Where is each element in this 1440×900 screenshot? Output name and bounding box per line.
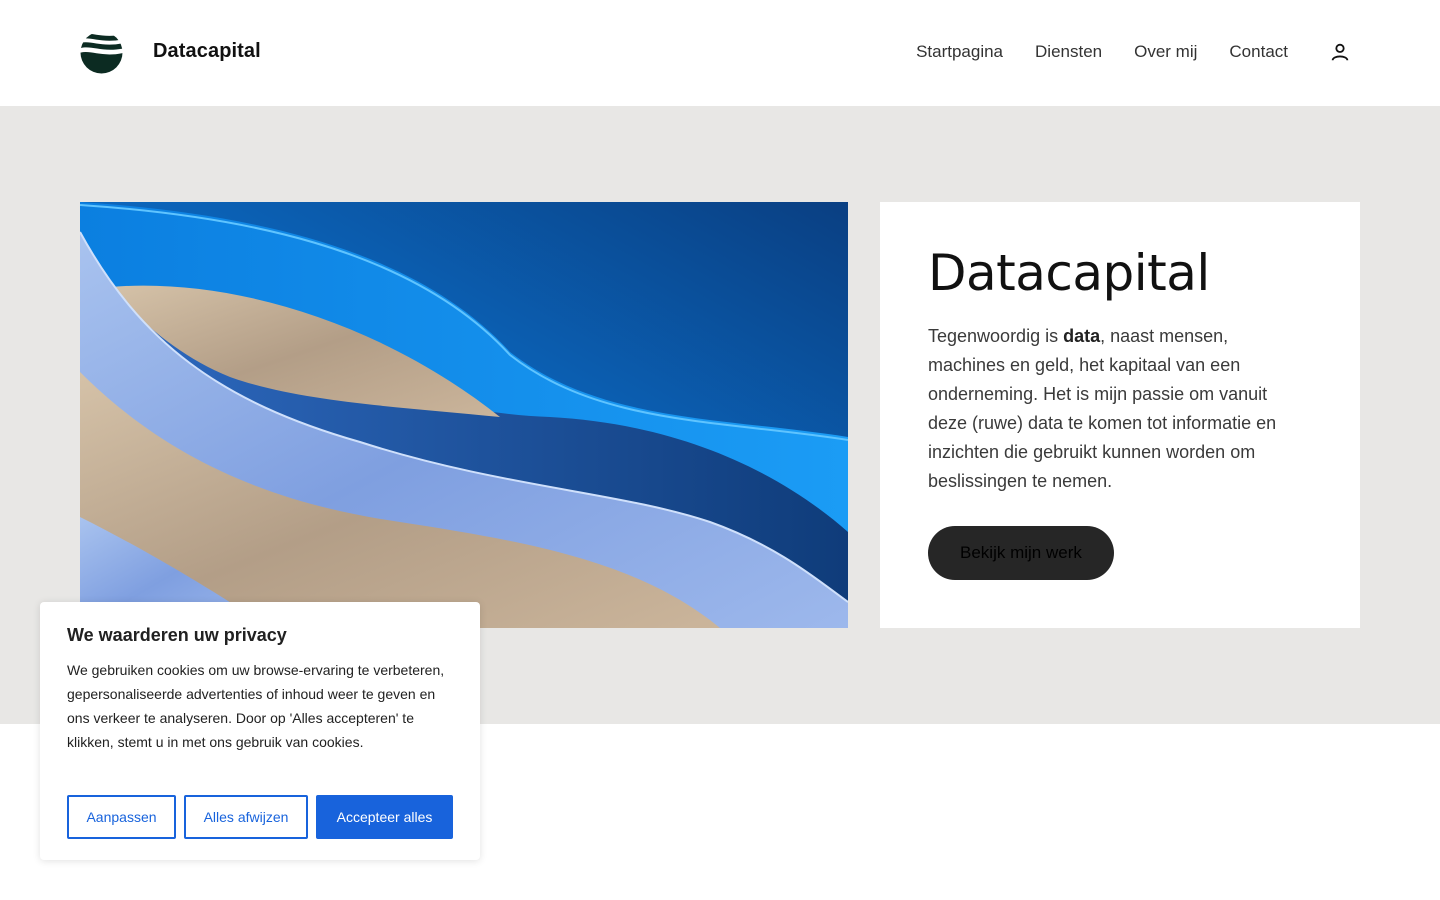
accept-all-button[interactable]: Accepteer alles (316, 795, 453, 839)
hero-description-highlight: data (1063, 326, 1101, 346)
cookie-description: We gebruiken cookies om uw browse-ervari… (67, 662, 445, 750)
abstract-waves-image (80, 202, 848, 628)
main-nav: Startpagina Diensten Over mij Contact (916, 42, 1288, 62)
nav-diensten[interactable]: Diensten (1035, 42, 1102, 62)
view-work-button[interactable]: Bekijk mijn werk (928, 526, 1114, 580)
hero-image (80, 202, 848, 628)
site-header: Datacapital Startpagina Diensten Over mi… (0, 0, 1440, 106)
nav-startpagina[interactable]: Startpagina (916, 42, 1003, 62)
reject-all-button[interactable]: Alles afwijzen (184, 795, 308, 839)
cookie-consent-banner: We waarderen uw privacy We gebruiken coo… (40, 602, 480, 860)
hero-card: Datacapital Tegenwoordig is data, naast … (880, 202, 1360, 628)
customize-button[interactable]: Aanpassen (67, 795, 176, 839)
hero-title: Datacapital (928, 244, 1210, 302)
brand-name[interactable]: Datacapital (153, 40, 261, 63)
logo-waves-icon[interactable] (80, 31, 123, 74)
nav-contact[interactable]: Contact (1229, 42, 1288, 62)
user-icon[interactable] (1329, 41, 1351, 63)
cookie-title: We waarderen uw privacy (67, 625, 287, 645)
hero-description: Tegenwoordig is data, naast mensen, mach… (928, 326, 1277, 491)
nav-over-mij[interactable]: Over mij (1134, 42, 1197, 62)
